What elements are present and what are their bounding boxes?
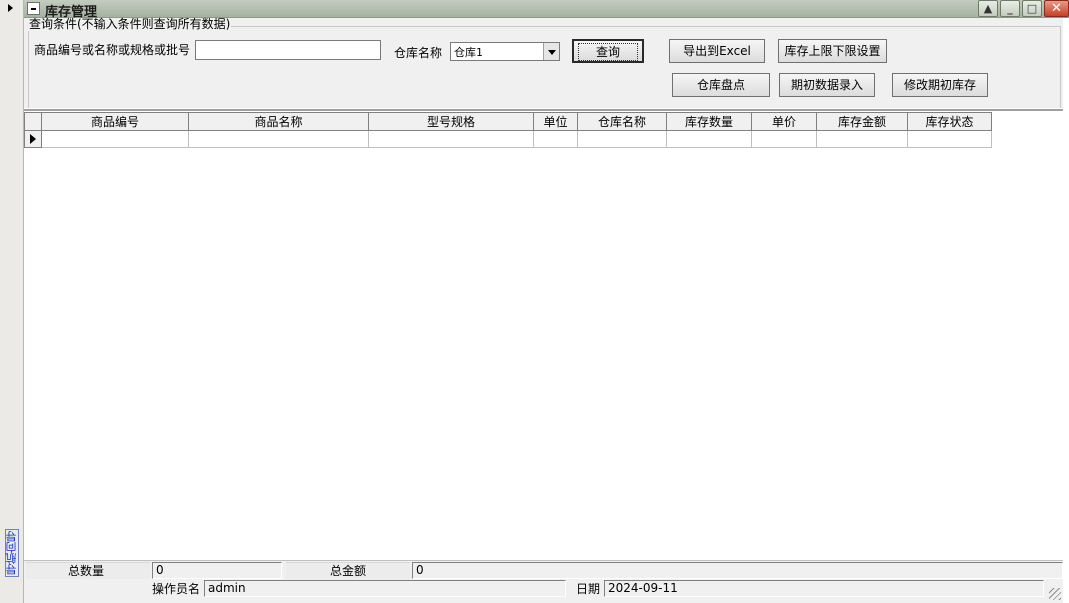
initial-data-entry-button[interactable]: 期初数据录入 <box>779 73 875 97</box>
column-header-stock-status[interactable]: 库存状态 <box>907 112 992 131</box>
close-icon: ✕ <box>1051 1 1062 16</box>
date-value: 2024-09-11 <box>604 580 1044 597</box>
query-button-label: 查询 <box>577 43 638 61</box>
warehouse-label: 仓库名称 <box>394 46 443 60</box>
total-qty-label: 总数量 <box>68 564 105 578</box>
maximize-icon: □ <box>1026 2 1038 15</box>
total-qty-value: 0 <box>152 562 282 579</box>
keyword-input[interactable] <box>195 40 381 60</box>
operator-label: 操作员名 <box>152 582 201 596</box>
left-strip: 导航向导 <box>0 0 24 603</box>
table-cell[interactable] <box>816 130 908 148</box>
current-row-arrow-icon <box>30 133 36 144</box>
date-label: 日期 <box>576 582 601 596</box>
window-titlebar: 库存管理 ▲ _ □ ✕ <box>24 0 1069 20</box>
keyword-label: 商品编号或名称或规格或批号 <box>34 43 191 57</box>
column-header-model-spec[interactable]: 型号规格 <box>368 112 534 131</box>
close-button[interactable]: ✕ <box>1044 0 1069 17</box>
expand-arrow-icon[interactable] <box>8 4 13 12</box>
resize-grip-icon[interactable] <box>1049 588 1061 600</box>
grid-header-row: 商品编号 商品名称 型号规格 单位 仓库名称 库存数量 单价 库存金额 库存状态 <box>24 112 992 131</box>
table-row-new[interactable] <box>24 130 992 148</box>
chevron-down-icon[interactable] <box>543 43 559 60</box>
minimize-icon: _ <box>1007 2 1013 15</box>
edit-initial-stock-button[interactable]: 修改期初库存 <box>892 73 988 97</box>
total-amount-value: 0 <box>412 562 1063 579</box>
export-excel-button[interactable]: 导出到Excel <box>669 39 765 63</box>
table-cell[interactable] <box>188 130 369 148</box>
query-panel: 查询条件(不输入条件则查询所有数据) 商品编号或名称或规格或批号 仓库名称 仓库… <box>24 18 1063 108</box>
column-header-stock-quantity[interactable]: 库存数量 <box>666 112 752 131</box>
query-groupbox-caption: 查询条件(不输入条件则查询所有数据) <box>28 17 232 31</box>
summary-bar: 总数量 0 总金额 0 操作员名 admin 日期 2024-09-11 <box>24 560 1063 603</box>
table-cell[interactable] <box>368 130 534 148</box>
row-selector[interactable] <box>24 130 42 148</box>
stock-limit-settings-button[interactable]: 库存上限下限设置 <box>778 39 887 63</box>
triangle-up-icon: ▲ <box>983 2 993 15</box>
total-amount-label: 总金额 <box>330 564 367 578</box>
table-cell[interactable] <box>41 130 189 148</box>
table-cell[interactable] <box>907 130 992 148</box>
table-cell[interactable] <box>533 130 578 148</box>
column-header-stock-amount[interactable]: 库存金额 <box>816 112 908 131</box>
operator-value: admin <box>204 580 566 597</box>
inventory-grid[interactable]: 商品编号 商品名称 型号规格 单位 仓库名称 库存数量 单价 库存金额 库存状态 <box>24 112 992 148</box>
inventory-grid-area[interactable]: 商品编号 商品名称 型号规格 单位 仓库名称 库存数量 单价 库存金额 库存状态 <box>24 109 1063 560</box>
maximize-button[interactable]: □ <box>1022 0 1042 17</box>
table-cell[interactable] <box>577 130 667 148</box>
status-strip: 操作员名 admin 日期 2024-09-11 <box>24 580 1063 601</box>
column-header-product-name[interactable]: 商品名称 <box>188 112 369 131</box>
stocktake-button[interactable]: 仓库盘点 <box>672 73 770 97</box>
column-header-unit-price[interactable]: 单价 <box>751 112 817 131</box>
grid-corner-cell[interactable] <box>24 112 42 131</box>
column-header-product-code[interactable]: 商品编号 <box>41 112 189 131</box>
window-menu-icon[interactable] <box>27 2 40 15</box>
query-button[interactable]: 查询 <box>572 39 644 63</box>
table-cell[interactable] <box>751 130 817 148</box>
collapse-button[interactable]: ▲ <box>978 0 998 17</box>
minimize-button[interactable]: _ <box>1000 0 1020 17</box>
column-header-warehouse-name[interactable]: 仓库名称 <box>577 112 667 131</box>
table-cell[interactable] <box>666 130 752 148</box>
warehouse-selected-value: 仓库1 <box>454 46 483 59</box>
warehouse-select[interactable]: 仓库1 <box>450 42 560 61</box>
nav-guide-tab[interactable]: 导航向导 <box>5 529 19 577</box>
column-header-unit[interactable]: 单位 <box>533 112 578 131</box>
